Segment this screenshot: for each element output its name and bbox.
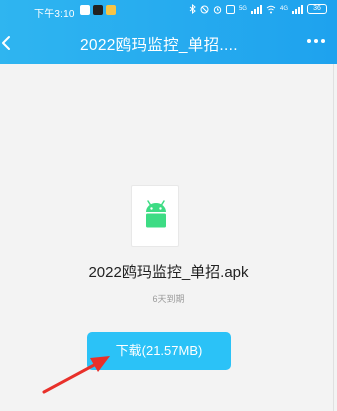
page-title: 2022鸥玛监控_单招....: [80, 37, 238, 54]
bluetooth-icon: [189, 4, 196, 14]
status-time: 下午3:10: [34, 9, 75, 20]
more-options-button[interactable]: [307, 36, 327, 46]
battery-icon: 36: [307, 4, 327, 14]
app-notification-icon: [106, 5, 116, 15]
signal-1-icon: [250, 4, 262, 14]
wechat-icon: [80, 5, 90, 15]
signal-2-icon: [292, 4, 303, 14]
back-button[interactable]: [0, 32, 22, 54]
notification-icons: [80, 5, 116, 15]
android-icon: [146, 200, 166, 228]
signal-1-tag: 5G: [238, 6, 247, 12]
red-arrow-annotation: [42, 356, 110, 394]
mute-icon: [200, 5, 209, 13]
chevron-left-icon: [2, 36, 10, 50]
signal-2-tag: 4G: [279, 6, 288, 12]
page-edge-divider: [333, 64, 334, 411]
alarm-icon: [213, 5, 222, 14]
file-type-icon: [131, 185, 179, 247]
status-indicators: 5G 4G 36: [189, 4, 327, 14]
status-bar: 下午3:10 5G 4G 36: [0, 0, 337, 22]
more-dots-icon: [307, 39, 311, 43]
app-header: 下午3:10 5G 4G 36 2022鸥玛监控_单招....: [0, 0, 337, 64]
expire-text: 6天到期: [152, 294, 185, 304]
title-bar: 2022鸥玛监控_单招....: [0, 26, 337, 60]
file-name: 2022鸥玛监控_单招.apk: [88, 264, 249, 281]
nfc-icon: [225, 4, 235, 14]
tiktok-icon: [93, 5, 103, 15]
wifi-icon: [266, 5, 276, 13]
